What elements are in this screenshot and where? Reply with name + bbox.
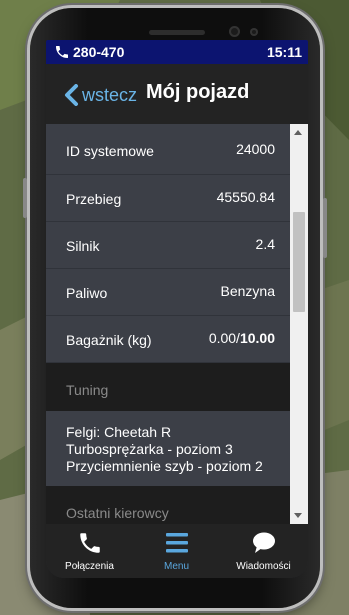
tab-label: Wiadomości: [236, 561, 291, 572]
detail-row-engine: Silnik 2.4: [46, 222, 290, 269]
trunk-max: 10.00: [239, 330, 275, 346]
detail-value: Benzyna: [220, 283, 275, 299]
tab-calls[interactable]: Połączenia: [46, 524, 133, 578]
tab-menu[interactable]: Menu: [133, 524, 220, 578]
sensor: [250, 28, 258, 36]
detail-label: Paliwo: [66, 285, 108, 301]
detail-row-system-id: ID systemowe 24000: [46, 124, 290, 175]
scroll-up-arrow[interactable]: [294, 130, 302, 135]
tuning-item: Turbosprężarka - poziom 3: [66, 441, 233, 457]
scrollbar[interactable]: [290, 124, 308, 524]
status-time: 15:11: [266, 44, 302, 60]
detail-row-trunk: Bagażnik (kg) 0.00/10.00: [46, 316, 290, 363]
power-button: [323, 198, 327, 258]
detail-value: 24000: [236, 141, 275, 157]
phone-number-indicator: 280-470: [54, 44, 124, 60]
section-heading: Ostatni kierowcy: [66, 505, 169, 521]
scrollbar-thumb[interactable]: [293, 212, 305, 312]
phone-number: 280-470: [73, 44, 125, 60]
detail-value: 0.00/10.00: [209, 330, 275, 346]
detail-row-fuel: Paliwo Benzyna: [46, 269, 290, 316]
chat-bubble-icon: [253, 532, 275, 553]
phone-screen: 280-470 15:11 wstecz Mój pojazd ID syste…: [46, 40, 308, 578]
tab-label: Połączenia: [65, 561, 114, 572]
detail-row-mileage: Przebieg 45550.84: [46, 175, 290, 222]
detail-label: ID systemowe: [66, 143, 154, 159]
detail-value: 2.4: [255, 236, 275, 252]
phone-icon: [80, 533, 100, 553]
page-title: Mój pojazd: [146, 81, 250, 103]
phone-icon: [56, 46, 68, 58]
earpiece-speaker: [149, 30, 205, 35]
trunk-current: 0.00/: [208, 330, 240, 346]
tab-label: Menu: [163, 561, 189, 572]
tuning-section-header: Tuning: [46, 363, 290, 411]
drivers-section-header: Ostatni kierowcy: [46, 486, 290, 524]
vehicle-details-list[interactable]: ID systemowe 24000 Przebieg 45550.84 Sil…: [46, 124, 290, 524]
front-camera: [229, 26, 240, 37]
tuning-item: Przyciemnienie szyb - poziom 2: [66, 458, 263, 474]
volume-button: [23, 178, 27, 218]
back-button[interactable]: wstecz: [64, 84, 137, 106]
detail-label: Silnik: [66, 238, 100, 254]
chevron-left-icon: [65, 84, 78, 106]
bottom-tab-bar: Połączenia Menu Wiadomości: [46, 524, 308, 578]
back-label: wstecz: [82, 84, 138, 105]
section-heading: Tuning: [66, 382, 109, 398]
menu-icon: [166, 533, 188, 553]
tuning-list: Felgi: Cheetah R Turbosprężarka - poziom…: [46, 411, 290, 486]
tuning-item: Felgi: Cheetah R: [66, 424, 172, 440]
app-header: wstecz Mój pojazd: [46, 64, 308, 124]
detail-label: Przebieg: [66, 191, 122, 207]
scroll-down-arrow[interactable]: [294, 513, 302, 518]
detail-label: Bagażnik (kg): [66, 332, 152, 348]
tab-messages[interactable]: Wiadomości: [220, 524, 307, 578]
status-bar: 280-470 15:11: [46, 40, 308, 64]
detail-value: 45550.84: [216, 189, 275, 205]
